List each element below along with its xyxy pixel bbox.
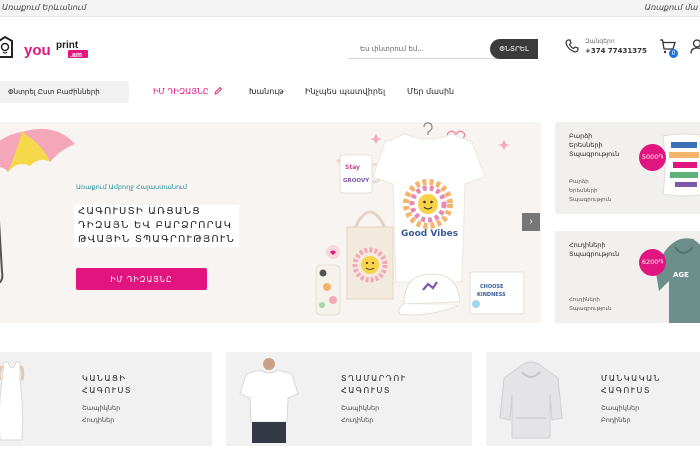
category-link[interactable]: Շապիկներ [341, 402, 379, 414]
category-links: Շապիկներ Հուդիներ [82, 402, 120, 426]
category-link[interactable]: Շապիկներ [82, 402, 120, 414]
tshirt-text: Good Vibes [401, 229, 458, 239]
category-link[interactable]: Հուդիներ [82, 414, 120, 426]
page: Առաքում Երևանում Առաքում մա you print .a… [0, 0, 700, 450]
women-clothing-image [0, 361, 25, 441]
logo-bag-icon [0, 35, 13, 58]
category-title-line: ՀԱԳՈՒՍՏ [601, 386, 652, 395]
promo-links: Հուդիների Տպագրություն [569, 296, 612, 314]
user-icon[interactable] [690, 39, 700, 54]
price-badge: 5000֏ [639, 144, 666, 171]
category-title: ՄԱՆԿԱԿԱՆ ՀԱԳՈՒՍՏ [601, 373, 661, 397]
promo-link[interactable]: Տպագրություն [569, 305, 612, 314]
category-title-line: ՄԱՆԿԱԿԱՆ [601, 374, 662, 383]
phone-case-illustration [315, 264, 341, 316]
search-bar: ՓՆՏՐԵԼ [348, 39, 538, 59]
promo-title: Հուդիների Տպագրություն [569, 241, 619, 259]
category-link[interactable]: Շապիկներ [601, 402, 639, 414]
coaster-text-line1: CHOOSE [480, 284, 504, 290]
promo-title-line: Հուդիների [569, 241, 606, 249]
category-title: ԿԱՆԱՑԻ ՀԱԳՈՒՍՏ [82, 373, 132, 397]
nav-shop[interactable]: Խանութ [249, 87, 284, 96]
site-logo[interactable]: you print .am [0, 33, 96, 63]
top-announcement-bar: Առաքում Երևանում Առաքում մա [0, 0, 700, 17]
category-card-women[interactable]: ԿԱՆԱՑԻ ՀԱԳՈՒՍՏ Շապիկներ Հուդիներ [0, 352, 212, 446]
tote-bag-illustration [346, 210, 394, 300]
cart-count-badge: 0 [669, 49, 678, 58]
pillow-image [662, 133, 700, 197]
category-title-line: ԿԱՆԱՑԻ [82, 374, 127, 383]
promo-card-hoodies[interactable]: AGE Հուդիների Տպագրություն 6200֏ Հուդինե… [555, 231, 700, 323]
pencil-icon [214, 86, 223, 95]
category-title-line: ՏՂԱՄԱՐԴՈՒ [341, 374, 407, 383]
mug-text-line1: Stay [345, 164, 360, 171]
category-links: Շապիկներ Հուդիներ [341, 402, 379, 426]
category-title: ՏՂԱՄԱՐԴՈՒ ՀԱԳՈՒՍՏ [341, 373, 407, 397]
category-card-kids[interactable]: ՄԱՆԿԱԿԱՆ ՀԱԳՈՒՍՏ Շապիկներ Բոդիներ [486, 352, 700, 446]
promo-card-pillowcases[interactable]: Բարձի Երեսների Տպագրություն 5000֏ Բարձի … [555, 122, 700, 214]
hero-title-line: ԹՎԱՅԻՆ ՏՊԱԳՐՈՒԹՅՈՒՆ [78, 234, 235, 245]
promo-title-line: Երեսների [569, 141, 603, 149]
price-badge: 6200֏ [639, 249, 666, 276]
browse-categories-button[interactable]: Փնտրել Ըստ Բաժինների [0, 81, 129, 103]
promo-link[interactable]: Տպագրություն [569, 196, 612, 205]
category-link[interactable]: Բոդիներ [601, 414, 639, 426]
nav-my-design[interactable]: ԻՄ ԴԻԶԱՅՆԸ [153, 87, 209, 96]
mug-text-line2: GROOVY [343, 178, 370, 184]
logo-text-suffix: .am [70, 52, 82, 59]
hero-title-line: ԴԻԶԱՅՆ ԵՎ ԲԱՐՁՐՈՐԱԿ [78, 220, 233, 231]
promo-link[interactable]: Հուդիների [569, 296, 612, 305]
promo-link[interactable]: Երեսների [569, 187, 612, 196]
hero-cta-button[interactable]: ԻՄ ԴԻԶԱՅՆԸ [76, 268, 207, 290]
logo-text-print: print [56, 40, 79, 51]
phone-icon [565, 39, 579, 53]
kids-clothing-image [499, 361, 563, 439]
category-card-men[interactable]: ՏՂԱՄԱՐԴՈՒ ՀԱԳՈՒՍՏ Շապիկներ Հուդիներ [226, 352, 472, 446]
umbrella-illustration [0, 128, 75, 284]
logo-text-you: you [24, 42, 51, 59]
hoodie-image: AGE [655, 238, 700, 323]
announcement-right: Առաքում մա [644, 3, 698, 12]
hero-title: ՀԱԳՈՒՍՏԻ ԱՌՑԱՆՑ ԴԻԶԱՅՆ ԵՎ ԲԱՐՁՐՈՐԱԿ ԹՎԱՅ… [74, 205, 239, 247]
promo-link[interactable]: Բարձի [569, 178, 612, 187]
search-input[interactable] [348, 39, 498, 59]
hoodie-print-text: AGE [673, 271, 689, 279]
promo-title-line: Տպագրություն [569, 150, 620, 158]
announcement-left: Առաքում Երևանում [2, 3, 87, 12]
phone-label: Զանգերո [585, 38, 615, 45]
men-clothing-image [239, 358, 299, 443]
nav-how-to-order[interactable]: Ինչպես պատվիրել [305, 87, 385, 96]
category-links: Շապիկներ Բոդիներ [601, 402, 639, 426]
promo-title-line: Բարձի [569, 132, 593, 140]
nav-about-us[interactable]: Մեր մասին [407, 87, 454, 96]
hero-subtitle: Առաքում Ամբողջ Հայաստանում [76, 183, 188, 191]
phone-number[interactable]: +374 77431375 [585, 47, 647, 55]
slider-next-button[interactable]: › [522, 213, 540, 231]
hero-title-line: ՀԱԳՈՒՍՏԻ ԱՌՑԱՆՑ [78, 206, 201, 217]
category-title-line: ՀԱԳՈՒՍՏ [341, 386, 392, 395]
coaster-text-line2: KINDNESS [477, 292, 506, 298]
promo-title: Բարձի Երեսների Տպագրություն [569, 132, 619, 159]
promo-title-line: Տպագրություն [569, 250, 620, 258]
promo-links: Բարձի Երեսների Տպագրություն [569, 178, 612, 205]
coaster-illustration: CHOOSE KINDNESS [469, 271, 525, 315]
category-link[interactable]: Հուդիներ [341, 414, 379, 426]
search-button[interactable]: ՓՆՏՐԵԼ [490, 39, 538, 59]
category-title-line: ՀԱԳՈՒՍՏ [82, 386, 133, 395]
hero-banner: Stay GROOVY Good Vibes CHOOSE KINDNESS Ա… [0, 122, 541, 323]
